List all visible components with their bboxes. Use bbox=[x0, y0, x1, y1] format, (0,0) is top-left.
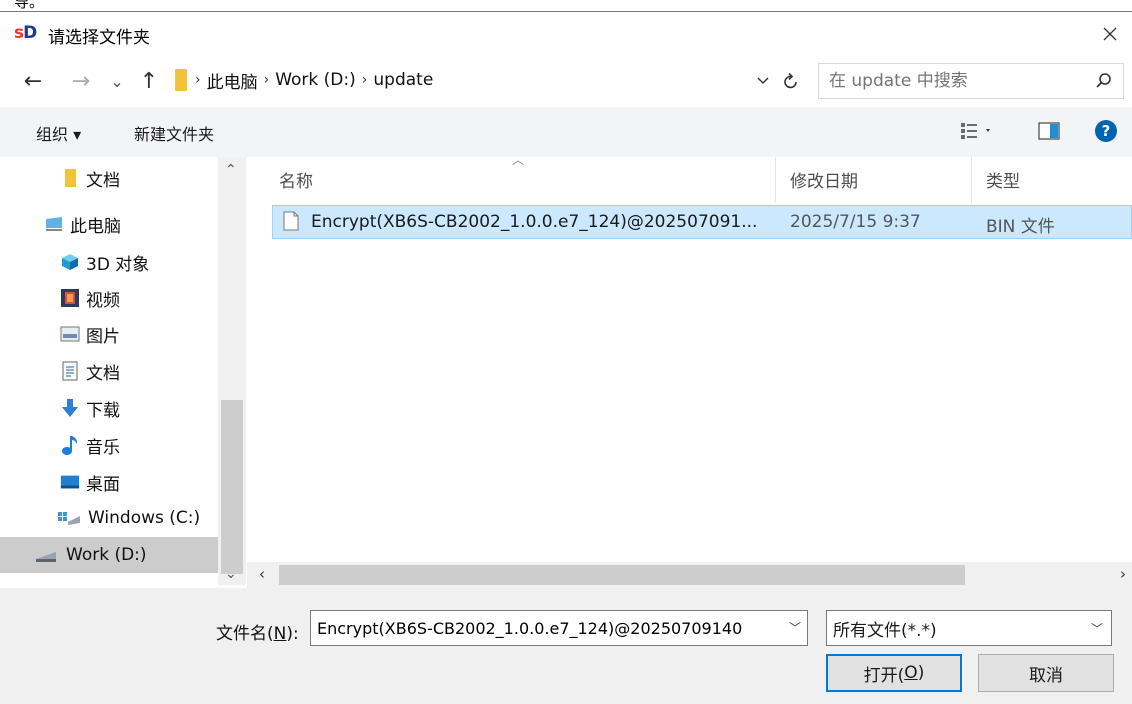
address-bar[interactable]: › 此电脑 › Work (D:) › update bbox=[166, 63, 808, 97]
command-bar: 组织 ▾ 新建文件夹 ? bbox=[0, 107, 1132, 157]
sidebar-item-documents-quick[interactable]: 文档 bbox=[0, 160, 218, 196]
up-button[interactable]: ↑ bbox=[136, 65, 162, 97]
column-header-modified[interactable]: 修改日期 bbox=[790, 167, 858, 192]
sidebar-item-pictures[interactable]: 图片 bbox=[0, 316, 218, 352]
refresh-button[interactable] bbox=[778, 67, 804, 95]
forward-button[interactable]: → bbox=[66, 65, 96, 97]
prior-window-fragment: 导。 bbox=[0, 0, 1132, 12]
filename-label: 文件名(N): bbox=[216, 624, 299, 644]
recent-locations-button[interactable]: ⌄ bbox=[104, 65, 130, 97]
sidebar-item-documents[interactable]: 文档 bbox=[0, 353, 218, 389]
help-icon: ? bbox=[1095, 120, 1117, 142]
sidebar-item-desktop[interactable]: 桌面 bbox=[0, 464, 218, 500]
search-box[interactable] bbox=[818, 63, 1124, 99]
back-button[interactable]: ← bbox=[18, 65, 48, 97]
pictures-icon bbox=[60, 324, 80, 344]
scroll-down-icon[interactable]: ⌄ bbox=[225, 566, 237, 582]
scroll-right-icon[interactable]: › bbox=[1120, 565, 1126, 583]
navigation-pane: 文档 此电脑 3D 对象 视频 图片 文档 下载 音乐 桌面 Windows (… bbox=[0, 157, 246, 585]
download-icon bbox=[60, 398, 80, 418]
system-drive-icon bbox=[56, 508, 82, 528]
computer-icon bbox=[44, 214, 64, 234]
help-button[interactable]: ? bbox=[1094, 119, 1118, 148]
filename-input[interactable] bbox=[311, 618, 781, 638]
folder-icon bbox=[175, 69, 187, 91]
preview-pane-icon bbox=[1038, 122, 1060, 140]
chevron-down-icon[interactable]: ﹀ bbox=[789, 619, 801, 636]
file-modified: 2025/7/15 9:37 bbox=[790, 212, 921, 232]
filetype-select[interactable]: 所有文件(*.*) ﹀ bbox=[826, 610, 1112, 646]
fragment-text: 导。 bbox=[14, 0, 45, 11]
table-row[interactable]: Encrypt(XB6S-CB2002_1.0.0.e7_124)@202507… bbox=[272, 205, 1132, 239]
refresh-icon bbox=[784, 72, 797, 89]
breadcrumb-this-pc[interactable]: 此电脑 bbox=[207, 68, 258, 93]
sidebar-item-downloads[interactable]: 下载 bbox=[0, 390, 218, 426]
file-name: Encrypt(XB6S-CB2002_1.0.0.e7_124)@202507… bbox=[311, 212, 758, 232]
sidebar-item-this-pc[interactable]: 此电脑 bbox=[0, 206, 218, 242]
sidebar-item-windows-c[interactable]: Windows (C:) bbox=[0, 500, 218, 536]
chevron-down-icon bbox=[757, 77, 769, 85]
dialog-footer bbox=[0, 588, 1132, 704]
preview-pane-button[interactable] bbox=[1038, 122, 1060, 145]
3d-objects-icon bbox=[60, 252, 80, 272]
cancel-button[interactable]: 取消 bbox=[978, 654, 1114, 692]
address-row: ← → ⌄ ↑ › 此电脑 › Work (D:) › update bbox=[0, 55, 1132, 107]
documents-icon bbox=[60, 361, 80, 381]
search-input[interactable] bbox=[829, 71, 1079, 91]
organize-menu[interactable]: 组织 ▾ bbox=[36, 121, 81, 145]
filename-field[interactable]: ﹀ bbox=[310, 610, 808, 646]
open-button[interactable]: 打开(O) bbox=[826, 654, 962, 692]
close-icon bbox=[1103, 27, 1117, 41]
breadcrumb-update[interactable]: update bbox=[373, 70, 433, 90]
horizontal-scrollbar-thumb[interactable] bbox=[279, 565, 965, 585]
window-title: 请选择文件夹 bbox=[48, 28, 150, 48]
drive-icon bbox=[34, 545, 60, 565]
nav-scrollbar-thumb[interactable] bbox=[221, 400, 243, 574]
desktop-icon bbox=[60, 472, 80, 492]
column-header-type[interactable]: 类型 bbox=[986, 167, 1020, 192]
close-button[interactable] bbox=[1092, 17, 1128, 51]
breadcrumb-work-drive[interactable]: Work (D:) bbox=[275, 70, 356, 90]
chevron-right-icon: › bbox=[361, 72, 368, 88]
chevron-right-icon: › bbox=[263, 72, 270, 88]
filetype-value: 所有文件(*.*) bbox=[833, 620, 937, 641]
details-view-icon bbox=[961, 123, 990, 139]
folder-icon bbox=[60, 168, 80, 188]
scroll-up-icon[interactable]: ⌃ bbox=[225, 162, 237, 178]
sidebar-item-3d-objects[interactable]: 3D 对象 bbox=[0, 244, 218, 280]
sidebar-item-work-d[interactable]: Work (D:) bbox=[0, 537, 218, 573]
file-icon bbox=[283, 211, 299, 236]
column-header-name[interactable]: 名称 bbox=[279, 167, 313, 192]
svg-text:?: ? bbox=[1102, 122, 1111, 140]
title-bar: sD 请选择文件夹 bbox=[0, 13, 1132, 55]
file-type: BIN 文件 bbox=[986, 217, 1055, 237]
sort-ascending-icon: ︿ bbox=[512, 153, 525, 167]
music-icon bbox=[60, 435, 80, 455]
new-folder-button[interactable]: 新建文件夹 bbox=[134, 121, 214, 145]
search-icon[interactable] bbox=[1095, 72, 1113, 90]
chevron-right-icon: › bbox=[195, 72, 201, 88]
sidebar-item-videos[interactable]: 视频 bbox=[0, 280, 218, 316]
scroll-left-icon[interactable]: ‹ bbox=[259, 565, 265, 583]
address-dropdown-button[interactable] bbox=[752, 67, 774, 95]
app-logo: sD bbox=[14, 23, 37, 43]
chevron-down-icon: ﹀ bbox=[1090, 622, 1103, 636]
view-options-button[interactable] bbox=[960, 122, 994, 145]
sidebar-item-music[interactable]: 音乐 bbox=[0, 427, 218, 463]
video-icon bbox=[60, 288, 80, 308]
